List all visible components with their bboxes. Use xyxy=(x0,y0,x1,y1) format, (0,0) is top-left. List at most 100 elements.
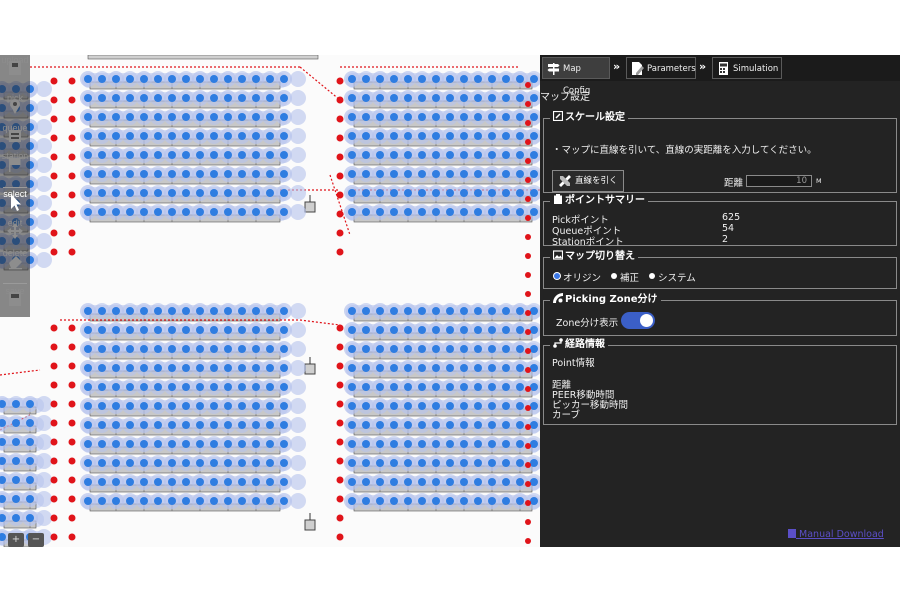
pick-point xyxy=(376,383,384,391)
zoom-in-button[interactable]: + xyxy=(8,533,24,547)
pick-point xyxy=(432,307,440,315)
pick-point xyxy=(516,170,524,178)
pick-point xyxy=(252,75,260,83)
pick-point-halo xyxy=(36,100,52,116)
queue-point xyxy=(525,443,531,449)
top-wall xyxy=(87,55,319,60)
pick-point xyxy=(154,421,162,429)
queue-point xyxy=(68,343,76,351)
pick-point xyxy=(84,421,92,429)
pick-point xyxy=(98,170,106,178)
pick-point xyxy=(168,132,176,140)
pick-point xyxy=(404,364,412,372)
pick-point xyxy=(390,94,398,102)
pick-point xyxy=(390,132,398,140)
radio-correction[interactable]: 補正 xyxy=(611,270,639,284)
pick-point xyxy=(390,497,398,505)
pick-point xyxy=(140,189,148,197)
pick-point xyxy=(502,326,510,334)
pick-point xyxy=(418,497,426,505)
radio-system[interactable]: システム xyxy=(649,270,696,284)
queue-point xyxy=(68,96,76,104)
queue-point xyxy=(336,96,344,104)
pick-point xyxy=(154,459,162,467)
pick-point xyxy=(348,364,356,372)
pick-point xyxy=(154,151,162,159)
zone-display-toggle[interactable] xyxy=(621,312,655,329)
pick-point xyxy=(84,440,92,448)
pick-point xyxy=(98,132,106,140)
pick-point-halo xyxy=(36,252,52,268)
map-canvas[interactable] xyxy=(0,55,540,547)
pick-point xyxy=(446,307,454,315)
pick-point xyxy=(488,478,496,486)
tool-station[interactable]: station xyxy=(0,151,30,187)
tool-upload[interactable]: upload xyxy=(0,55,30,91)
pick-point xyxy=(98,326,106,334)
queue-point xyxy=(336,77,344,85)
pick-point xyxy=(280,364,288,372)
pick-point xyxy=(98,402,106,410)
config-panel: Map Config » Parameters » Simulation マップ… xyxy=(540,55,900,547)
pick-point xyxy=(390,326,398,334)
tool-delete[interactable]: delete xyxy=(0,248,30,284)
queue-point xyxy=(525,101,531,107)
queue-point xyxy=(50,96,58,104)
pick-point xyxy=(196,307,204,315)
pick-point xyxy=(348,151,356,159)
pick-point xyxy=(252,440,260,448)
pick-point xyxy=(140,440,148,448)
pick-point xyxy=(224,459,232,467)
pick-point xyxy=(446,94,454,102)
queue-point xyxy=(525,196,531,202)
picking-zone-heading: Picking Zone分け xyxy=(550,293,661,307)
manual-download-link[interactable]: Manual Download xyxy=(788,529,884,540)
draw-line-button[interactable]: 直線を引く xyxy=(552,170,624,192)
pick-point xyxy=(404,459,412,467)
pick-point xyxy=(404,208,412,216)
pick-point xyxy=(460,497,468,505)
pick-point xyxy=(488,170,496,178)
pick-point xyxy=(530,326,538,334)
pick-point xyxy=(252,459,260,467)
pick-point xyxy=(168,478,176,486)
pick-point-halo xyxy=(290,341,306,357)
pick-point xyxy=(168,345,176,353)
pick-point xyxy=(210,189,218,197)
queue-point xyxy=(50,172,58,180)
pick-point-halo xyxy=(36,510,52,526)
pick-point xyxy=(502,364,510,372)
pick-point xyxy=(112,326,120,334)
tab-parameters[interactable]: Parameters xyxy=(626,57,696,79)
distance-input[interactable] xyxy=(746,175,812,187)
tab-map-config[interactable]: Map Config xyxy=(542,57,610,96)
route-curve: カーブ xyxy=(552,410,580,421)
radio-origin[interactable]: オリジン xyxy=(554,270,601,284)
pick-point xyxy=(348,132,356,140)
queue-point xyxy=(50,533,58,541)
pick-point xyxy=(280,440,288,448)
tab-simulation[interactable]: Simulation xyxy=(712,57,782,79)
queue-point xyxy=(68,210,76,218)
warehouse-map[interactable]: upload pick queue station select edit de… xyxy=(0,55,540,547)
pick-point-halo xyxy=(290,474,306,490)
draw-line-label: 直線を引く xyxy=(575,176,618,186)
pick-point xyxy=(404,189,412,197)
pick-point xyxy=(474,170,482,178)
pick-point xyxy=(404,440,412,448)
pick-point xyxy=(182,151,190,159)
pick-point xyxy=(182,307,190,315)
pick-point xyxy=(362,189,370,197)
pick-point xyxy=(530,94,538,102)
pick-point xyxy=(196,94,204,102)
queue-point xyxy=(50,343,58,351)
pick-point-halo xyxy=(290,455,306,471)
pick-point xyxy=(12,400,20,408)
pick-point xyxy=(266,440,274,448)
queue-point xyxy=(525,291,531,297)
pick-point xyxy=(154,402,162,410)
pick-point xyxy=(488,132,496,140)
zoom-out-button[interactable]: − xyxy=(28,533,44,547)
pick-point xyxy=(126,383,134,391)
tool-save[interactable]: save xyxy=(0,286,30,322)
